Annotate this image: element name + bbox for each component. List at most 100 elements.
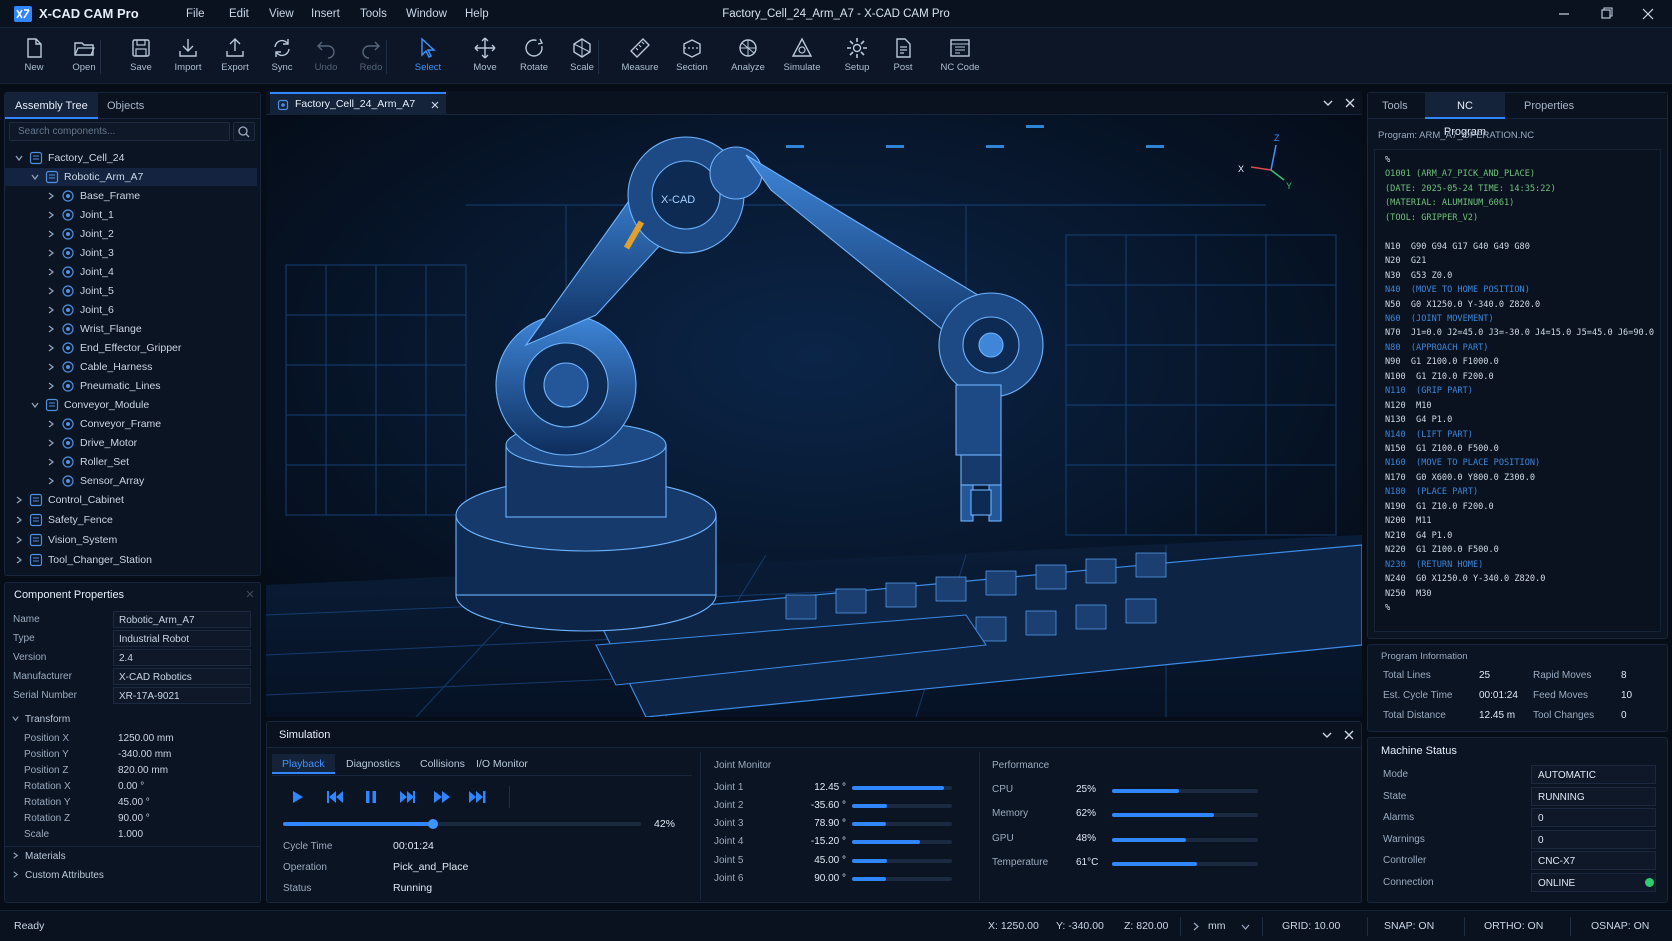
tree-item[interactable]: Wrist_Flange — [4, 320, 257, 338]
units-dropdown[interactable]: mm — [1186, 917, 1256, 936]
tool-save-button[interactable]: Save — [115, 28, 167, 84]
tool-setup-button[interactable]: Setup — [831, 28, 883, 84]
materials-section-header[interactable]: Materials — [11, 851, 66, 862]
close-window-button[interactable] — [1637, 6, 1659, 22]
tab-objects[interactable]: Objects — [97, 93, 154, 119]
transform-value[interactable]: -340.00 mm — [118, 749, 171, 760]
menu-edit[interactable]: Edit — [229, 8, 249, 20]
transform-value[interactable]: 0.00 ° — [118, 781, 144, 792]
joint-row: Joint 3 78.90 ° — [714, 815, 964, 833]
tree-item[interactable]: Joint_6 — [4, 301, 257, 319]
performance-row: GPU 48% — [992, 828, 1262, 852]
tree-item[interactable]: Joint_2 — [4, 225, 257, 243]
tool-move-button[interactable]: Move — [459, 28, 511, 84]
tree-item[interactable]: Conveyor_Module — [4, 396, 257, 414]
tool-simulate-button[interactable]: Simulate — [776, 28, 828, 84]
close-tab-icon[interactable] — [430, 100, 440, 110]
tree-item[interactable]: Safety_Fence — [4, 511, 257, 529]
transform-section-header[interactable]: Transform — [11, 714, 70, 725]
transform-value[interactable]: 45.00 ° — [118, 797, 150, 808]
3d-viewport[interactable]: X-CAD X Y Z — [266, 115, 1362, 717]
menu-view[interactable]: View — [269, 8, 294, 20]
tab-playback[interactable]: Playback — [272, 754, 335, 774]
tree-item[interactable]: Tool_Changer_Station — [4, 551, 257, 569]
property-value[interactable]: XR-17A-9021 — [113, 687, 251, 704]
menu-window[interactable]: Window — [406, 8, 447, 20]
divider — [100, 40, 101, 74]
tree-item[interactable]: End_Effector_Gripper — [4, 339, 257, 357]
ortho-status[interactable]: ORTHO: ON — [1484, 920, 1543, 932]
tool-rotate-button[interactable]: Rotate — [508, 28, 560, 84]
tree-item[interactable]: Factory_Cell_24 — [4, 149, 257, 167]
chevron-down-icon[interactable] — [1321, 729, 1333, 741]
custom-attributes-section-header[interactable]: Custom Attributes — [11, 870, 104, 881]
property-value[interactable]: Robotic_Arm_A7 — [113, 611, 251, 628]
tree-item[interactable]: Vision_System — [4, 531, 257, 549]
tool-analyze-button[interactable]: Analyze — [722, 28, 774, 84]
tree-item[interactable]: Base_Frame — [4, 187, 257, 205]
transform-value[interactable]: 820.00 mm — [118, 765, 168, 776]
tree-item[interactable]: Joint_4 — [4, 263, 257, 281]
component-search-input[interactable] — [9, 122, 230, 141]
search-button[interactable] — [233, 122, 255, 141]
tool-import-button[interactable]: Import — [162, 28, 214, 84]
grid-status[interactable]: GRID: 10.00 — [1282, 920, 1340, 932]
tool-open-button[interactable]: Open — [58, 28, 110, 84]
skip-end-button[interactable] — [467, 786, 489, 808]
tree-item[interactable]: Roller_Set — [4, 453, 257, 471]
tree-item[interactable]: Robotic_Arm_A7 — [4, 168, 257, 186]
minimize-button[interactable] — [1553, 6, 1575, 22]
menu-tools[interactable]: Tools — [360, 8, 387, 20]
tool-scale-button[interactable]: Scale — [556, 28, 608, 84]
document-tab[interactable]: Factory_Cell_24_Arm_A7 — [270, 92, 446, 115]
tree-item[interactable]: Joint_5 — [4, 282, 257, 300]
part-icon — [62, 323, 74, 335]
close-icon[interactable] — [1343, 729, 1355, 741]
menu-help[interactable]: Help — [465, 8, 489, 20]
tool-nc-code-button[interactable]: NC Code — [934, 28, 986, 84]
tab-i-o-monitor[interactable]: I/O Monitor — [466, 754, 538, 774]
snap-status[interactable]: SNAP: ON — [1384, 920, 1434, 932]
property-value[interactable]: Industrial Robot — [113, 630, 251, 647]
skip-back-button[interactable] — [324, 786, 346, 808]
tab-nc-program[interactable]: NC Program — [1425, 93, 1505, 138]
step-forward-button[interactable] — [396, 786, 418, 808]
tool-measure-button[interactable]: Measure — [614, 28, 666, 84]
menu-insert[interactable]: Insert — [311, 8, 340, 20]
tree-item[interactable]: Cable_Harness — [4, 358, 257, 376]
tab-tools[interactable]: Tools — [1372, 93, 1418, 119]
transform-value[interactable]: 1250.00 mm — [118, 733, 174, 744]
osnap-status[interactable]: OSNAP: ON — [1591, 920, 1649, 932]
tree-item[interactable]: Joint_3 — [4, 244, 257, 262]
property-value[interactable]: 2.4 — [113, 649, 251, 666]
transform-value[interactable]: 90.00 ° — [118, 813, 150, 824]
tool-section-button[interactable]: Section — [666, 28, 718, 84]
play-button[interactable] — [286, 786, 308, 808]
tab-properties[interactable]: Properties — [1514, 93, 1584, 119]
tree-item[interactable]: Drive_Motor — [4, 434, 257, 452]
menu-file[interactable]: File — [186, 8, 205, 20]
tool-export-button[interactable]: Export — [209, 28, 261, 84]
chevron-down-icon[interactable] — [1322, 97, 1334, 109]
tool-new-button[interactable]: New — [8, 28, 60, 84]
tree-item[interactable]: Control_Cabinet — [4, 491, 257, 509]
close-icon[interactable] — [1344, 97, 1356, 109]
transform-value[interactable]: 1.000 — [118, 829, 143, 840]
pause-button[interactable] — [360, 786, 382, 808]
tree-item[interactable]: Sensor_Array — [4, 472, 257, 490]
tab-assembly-tree[interactable]: Assembly Tree — [5, 93, 98, 119]
tree-item[interactable]: Pneumatic_Lines — [4, 377, 257, 395]
fast-forward-button[interactable] — [431, 786, 453, 808]
tree-item[interactable]: Joint_1 — [4, 206, 257, 224]
simulation-header: Simulation — [267, 722, 1361, 748]
tool-post-button[interactable]: Post — [877, 28, 929, 84]
maximize-button[interactable] — [1595, 6, 1617, 22]
joint-bar-track — [852, 804, 952, 808]
tab-diagnostics[interactable]: Diagnostics — [336, 754, 410, 774]
code-line: O1001 (ARM_A7_PICK_AND_PLACE) — [1385, 169, 1536, 180]
sim-progress-track[interactable] — [283, 819, 641, 829]
tool-select-button[interactable]: Select — [402, 28, 454, 84]
property-value[interactable]: X-CAD Robotics — [113, 668, 251, 685]
tree-item[interactable]: Conveyor_Frame — [4, 415, 257, 433]
close-panel-icon[interactable] — [245, 589, 255, 599]
